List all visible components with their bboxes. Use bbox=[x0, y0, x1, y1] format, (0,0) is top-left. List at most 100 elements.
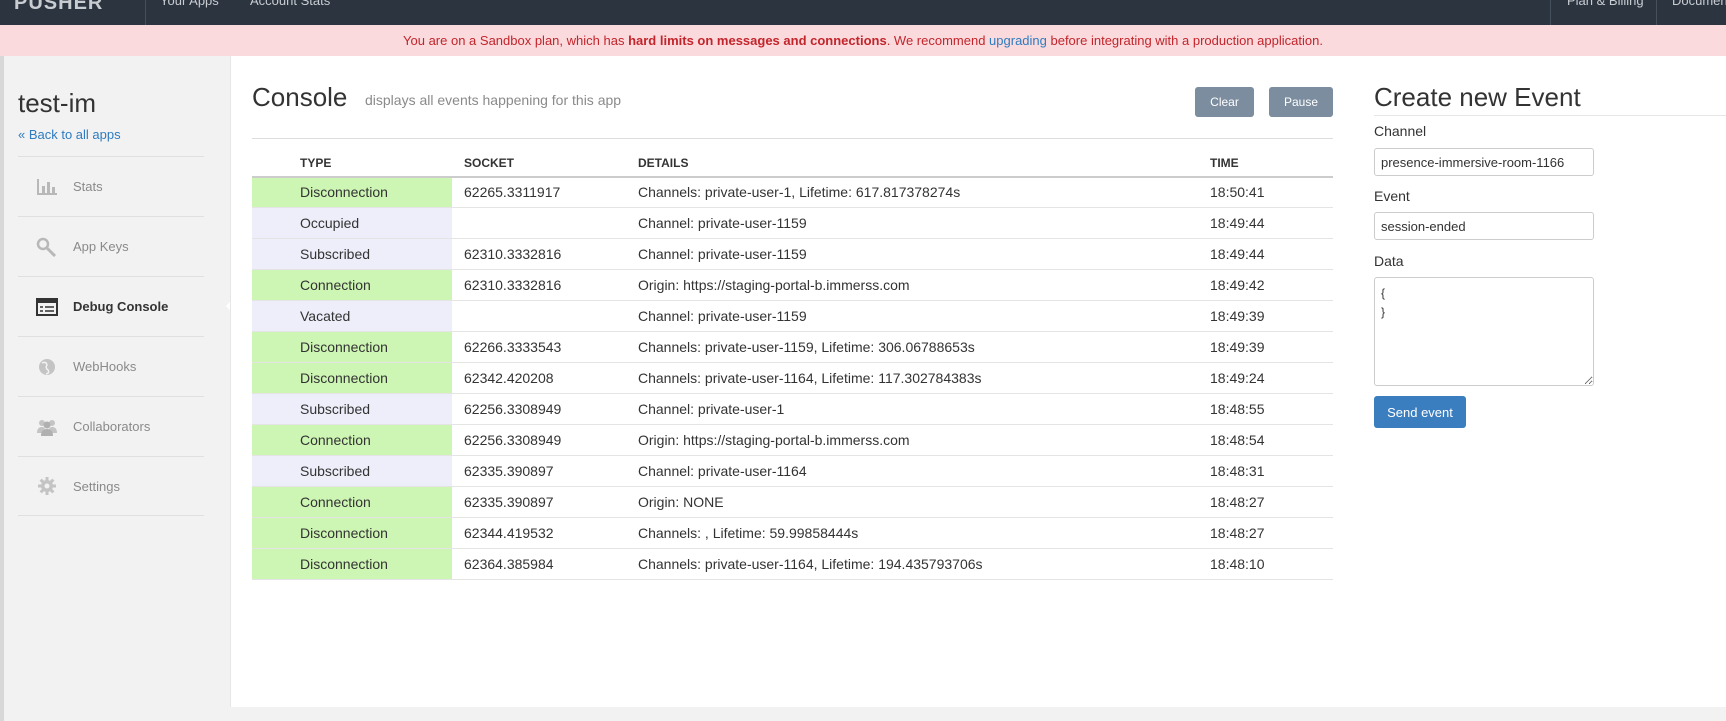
details-cell: Origin: NONE bbox=[638, 486, 1210, 518]
event-type-cell: Disconnection bbox=[252, 517, 452, 549]
event-type-cell: Disconnection bbox=[252, 331, 452, 363]
banner-text-bold: hard limits on messages and connections bbox=[628, 33, 887, 48]
table-row: Disconnection 62344.419532 Channels: , Lif… bbox=[252, 517, 1333, 549]
sidebar-item-app-keys[interactable]: App Keys bbox=[18, 216, 204, 276]
table-row: Connection 62256.3308949 Origin: https://s… bbox=[252, 424, 1333, 456]
sandbox-warning-banner: You are on a Sandbox plan, which has har… bbox=[0, 25, 1726, 56]
socket-cell bbox=[452, 207, 638, 239]
page-title: Console bbox=[252, 82, 348, 112]
event-type-cell: Connection bbox=[252, 269, 452, 301]
channel-label: Channel bbox=[1374, 123, 1427, 139]
pause-button[interactable]: Pause bbox=[1269, 87, 1333, 117]
nav-divider bbox=[1656, 0, 1657, 25]
sidebar-item-settings[interactable]: Settings bbox=[18, 456, 204, 516]
data-label: Data bbox=[1374, 253, 1404, 269]
events-table: TYPE SOCKET DETAILS TIME Disconnection 62… bbox=[252, 138, 1333, 580]
time-cell: 18:49:39 bbox=[1210, 331, 1333, 363]
gear-icon bbox=[36, 476, 58, 496]
time-cell: 18:49:44 bbox=[1210, 238, 1333, 270]
console-icon bbox=[36, 297, 58, 317]
column-header-type: TYPE bbox=[252, 138, 452, 178]
time-cell: 18:49:44 bbox=[1210, 207, 1333, 239]
details-cell: Channel: private-user-1164 bbox=[638, 455, 1210, 487]
details-cell: Origin: https://staging-portal-b.immerss… bbox=[638, 424, 1210, 456]
table-row: Disconnection 62342.420208 Channels: priva… bbox=[252, 362, 1333, 394]
socket-cell: 62335.390897 bbox=[452, 455, 638, 487]
sidebar-item-debug-console[interactable]: Debug Console bbox=[18, 276, 204, 336]
time-cell: 18:48:27 bbox=[1210, 486, 1333, 518]
details-cell: Channels: private-user-1164, Lifetime: 1… bbox=[638, 362, 1210, 394]
table-row: Subscribed 62310.3332816 Channel: private-… bbox=[252, 238, 1333, 270]
socket-cell: 62310.3332816 bbox=[452, 269, 638, 301]
event-type-cell: Vacated bbox=[252, 300, 452, 332]
sidebar: test-im « Back to all apps Stats App Key… bbox=[4, 56, 236, 721]
details-cell: Origin: https://staging-portal-b.immerss… bbox=[638, 269, 1210, 301]
divider bbox=[1374, 115, 1726, 116]
sidebar-menu: Stats App Keys Debug Console WebHooks Co… bbox=[18, 156, 204, 516]
time-cell: 18:48:27 bbox=[1210, 517, 1333, 549]
data-textarea[interactable]: { } bbox=[1374, 277, 1594, 386]
event-type-cell: Disconnection bbox=[252, 362, 452, 394]
time-cell: 18:49:39 bbox=[1210, 300, 1333, 332]
sidebar-item-label: App Keys bbox=[73, 239, 129, 254]
upgrading-link[interactable]: upgrading bbox=[989, 33, 1047, 48]
nav-your-apps[interactable]: Your Apps bbox=[160, 0, 219, 9]
time-cell: 18:48:54 bbox=[1210, 424, 1333, 456]
sidebar-item-collaborators[interactable]: Collaborators bbox=[18, 396, 204, 456]
nav-divider bbox=[1550, 0, 1551, 25]
table-row: Subscribed 62256.3308949 Channel: private-… bbox=[252, 393, 1333, 425]
pusher-logo[interactable]: PUSHER bbox=[14, 0, 103, 12]
clear-button[interactable]: Clear bbox=[1195, 87, 1254, 117]
table-row: Subscribed 62335.390897 Channel: private-u… bbox=[252, 455, 1333, 487]
nav-documentation[interactable]: Documentation bbox=[1672, 0, 1726, 9]
time-cell: 18:48:55 bbox=[1210, 393, 1333, 425]
send-event-button[interactable]: Send event bbox=[1374, 396, 1466, 428]
table-header-row: TYPE SOCKET DETAILS TIME bbox=[252, 138, 1333, 178]
table-row: Disconnection 62266.3333543 Channels: priv… bbox=[252, 331, 1333, 363]
footer-band bbox=[230, 707, 1726, 721]
column-header-time: TIME bbox=[1210, 138, 1333, 178]
details-cell: Channels: private-user-1, Lifetime: 617.… bbox=[638, 176, 1210, 208]
details-cell: Channel: private-user-1 bbox=[638, 393, 1210, 425]
event-input[interactable] bbox=[1374, 212, 1594, 240]
key-icon bbox=[36, 237, 58, 257]
page-subtitle: displays all events happening for this a… bbox=[365, 92, 622, 108]
socket-cell: 62256.3308949 bbox=[452, 393, 638, 425]
socket-cell bbox=[452, 300, 638, 332]
time-cell: 18:48:10 bbox=[1210, 548, 1333, 580]
nav-plan-billing[interactable]: Plan & Billing bbox=[1567, 0, 1644, 9]
table-row: Disconnection 62364.385984 Channels: priva… bbox=[252, 548, 1333, 580]
details-cell: Channel: private-user-1159 bbox=[638, 300, 1210, 332]
nav-divider bbox=[145, 0, 146, 25]
bar-chart-icon bbox=[36, 177, 58, 197]
table-row: Occupied Channel: private-user-1159 18:49:… bbox=[252, 207, 1333, 239]
event-type-cell: Disconnection bbox=[252, 548, 452, 580]
table-row: Vacated Channel: private-user-1159 18:49:3… bbox=[252, 300, 1333, 332]
details-cell: Channels: , Lifetime: 59.99858444s bbox=[638, 517, 1210, 549]
nav-account-stats[interactable]: Account Stats bbox=[250, 0, 330, 9]
event-type-cell: Subscribed bbox=[252, 393, 452, 425]
time-cell: 18:48:31 bbox=[1210, 455, 1333, 487]
socket-cell: 62344.419532 bbox=[452, 517, 638, 549]
details-cell: Channel: private-user-1159 bbox=[638, 238, 1210, 270]
socket-cell: 62256.3308949 bbox=[452, 424, 638, 456]
column-header-socket: SOCKET bbox=[452, 138, 638, 178]
users-icon bbox=[36, 417, 58, 437]
time-cell: 18:49:42 bbox=[1210, 269, 1333, 301]
banner-text-post: before integrating with a production app… bbox=[1046, 33, 1323, 48]
channel-input[interactable] bbox=[1374, 148, 1594, 176]
sidebar-item-stats[interactable]: Stats bbox=[18, 156, 204, 216]
details-cell: Channels: private-user-1164, Lifetime: 1… bbox=[638, 548, 1210, 580]
socket-cell: 62364.385984 bbox=[452, 548, 638, 580]
app-name: test-im bbox=[18, 88, 96, 118]
column-header-details: DETAILS bbox=[638, 138, 1210, 178]
sidebar-item-label: Debug Console bbox=[73, 299, 169, 314]
table-row: Connection 62310.3332816 Origin: https://s… bbox=[252, 269, 1333, 301]
sidebar-item-webhooks[interactable]: WebHooks bbox=[18, 336, 204, 396]
back-to-all-apps-link[interactable]: « Back to all apps bbox=[18, 127, 121, 142]
event-type-cell: Subscribed bbox=[252, 455, 452, 487]
event-type-cell: Connection bbox=[252, 424, 452, 456]
time-cell: 18:49:24 bbox=[1210, 362, 1333, 394]
table-row: Disconnection 62265.3311917 Channels: priv… bbox=[252, 176, 1333, 208]
socket-cell: 62342.420208 bbox=[452, 362, 638, 394]
